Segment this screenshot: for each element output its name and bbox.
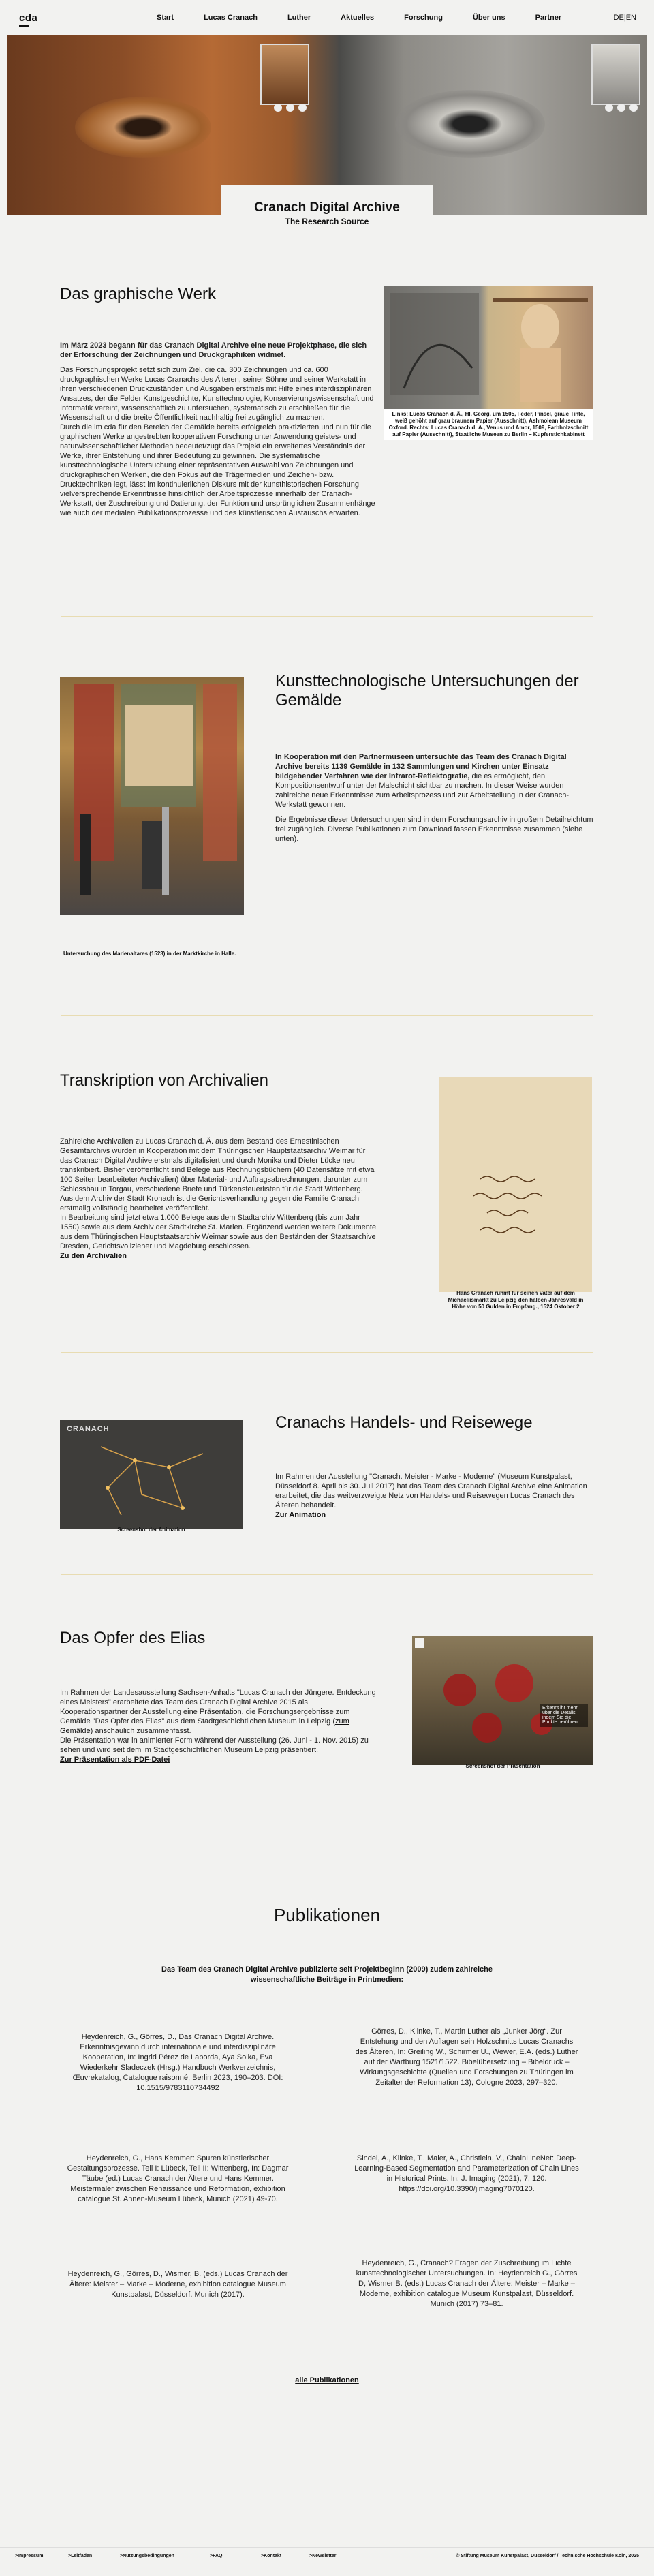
footer: >Impressum >Leitfaden >Nutzungsbedingung… (0, 2547, 654, 2561)
nav-item-ueber-uns[interactable]: Über uns (473, 14, 505, 22)
section-title-graphisches-werk: Das graphische Werk (60, 285, 216, 303)
paragraph: In Bearbeitung sind jetzt etwa 1.000 Bel… (60, 1214, 377, 1251)
zoom-icon[interactable] (617, 104, 625, 112)
graphic-works-artwork (390, 293, 588, 402)
info-icon[interactable] (629, 104, 638, 112)
footer-link-nutzungsbedingungen[interactable]: >Nutzungsbedingungen (120, 2554, 174, 2558)
footer-link-impressum[interactable]: >Impressum (15, 2554, 43, 2558)
handwritten-document (473, 1176, 542, 1233)
presentation-pdf-link[interactable]: Zur Präsentation als PDF-Datei (60, 1755, 170, 1764)
altar-artwork (74, 684, 237, 895)
archivalien-link[interactable]: Zu den Archivalien (60, 1252, 127, 1260)
publication-item: Heydenreich, G., Hans Kemmer: Spuren kün… (67, 2154, 289, 2203)
section-title-archivalien: Transkription von Archivalien (60, 1071, 268, 1090)
paragraph: Aus dem Archiv der Stadt Kronach ist die… (60, 1195, 360, 1212)
section-lead: Im März 2023 begann für das Cranach Digi… (60, 341, 367, 359)
section-title-kunsttechnologie: Kunsttechnologische Untersuchungen der G… (275, 672, 579, 709)
section-divider (61, 1574, 593, 1575)
home-icon[interactable] (605, 104, 613, 112)
hero-thumb-controls-2 (605, 104, 638, 112)
footer-link-newsletter[interactable]: >Newsletter (309, 2554, 337, 2558)
elias-presentation-image: Erkennt ihr mehr über die Details, indem… (412, 1636, 593, 1765)
paragraph: Durch die im cda für den Bereich der Gem… (60, 423, 375, 517)
image-caption: Links: Lucas Cranach d. Ä., Hl. Georg, u… (384, 409, 593, 440)
presentation-overlay: Erkennt ihr mehr über die Details, indem… (540, 1704, 588, 1727)
nav-item-luther[interactable]: Luther (287, 14, 311, 22)
section-divider (61, 1015, 593, 1016)
language-switch[interactable]: DE|EN (614, 14, 636, 22)
section-divider (61, 616, 593, 617)
section-body-opfer-des-elias: Im Rahmen der Landesausstellung Sachsen-… (60, 1688, 377, 1764)
publication-item: Heydenreich, G., Görres, D., Wismer, B. … (67, 2270, 288, 2299)
hero-thumbnail-infrared[interactable] (591, 44, 640, 105)
paragraph: Die Präsentation war in animierter Form … (60, 1736, 369, 1754)
publication-item: Görres, D., Klinke, T., Martin Luther al… (355, 2027, 578, 2087)
info-icon[interactable] (298, 104, 307, 112)
all-publications-link[interactable]: alle Publikationen (0, 2376, 654, 2385)
footer-link-leitfaden[interactable]: >Leitfaden (68, 2554, 92, 2558)
map-title: CRANACH (67, 1425, 110, 1433)
publication-item: Sindel, A., Klinke, T., Maier, A., Chris… (354, 2154, 579, 2193)
paragraph: Zahlreiche Archivalien zu Lucas Cranach … (60, 1137, 375, 1193)
hero-title-box: Cranach Digital Archive The Research Sou… (221, 185, 433, 229)
graphic-works-image (384, 286, 593, 414)
archive-document-image (439, 1077, 592, 1292)
section-title-handelswege: Cranachs Handels- und Reisewege (275, 1413, 533, 1432)
image-caption: Screenshot der Animation (117, 1527, 185, 1533)
image-caption: Hans Cranach rühmt für seinen Vater auf … (448, 1290, 584, 1310)
paragraph: Im Rahmen der Ausstellung "Cranach. Meis… (275, 1473, 587, 1509)
hero-painting-detail (75, 97, 211, 158)
publication-item: Heydenreich, G., Cranach? Fragen der Zus… (356, 2259, 578, 2308)
route-network (100, 1446, 204, 1516)
nav-item-start[interactable]: Start (157, 14, 174, 22)
hero-thumb-controls (274, 104, 307, 112)
paragraph-text: ) anschaulich zusammenfasst. (90, 1727, 191, 1735)
image-caption: Screenshot der Präsentation (465, 1763, 540, 1769)
hero-thumbnail-painting[interactable] (260, 44, 309, 105)
site-logo[interactable]: cda_ (19, 12, 44, 27)
zoom-icon[interactable] (286, 104, 294, 112)
nav-item-aktuelles[interactable]: Aktuelles (341, 14, 374, 22)
publication-item: Heydenreich, G., Görres, D., Das Cranach… (72, 2033, 283, 2092)
hero-infrared-detail (395, 90, 545, 158)
publications-intro: Das Team des Cranach Digital Archive pub… (161, 1965, 493, 1984)
footer-copyright: © Stiftung Museum Kunstpalast, Düsseldor… (456, 2554, 639, 2558)
section-divider (61, 1352, 593, 1353)
footer-link-faq[interactable]: >FAQ (210, 2554, 222, 2558)
animation-link[interactable]: Zur Animation (275, 1511, 326, 1519)
trade-routes-map-image: CRANACH (60, 1420, 243, 1529)
publications-title: Publikationen (273, 1905, 381, 1925)
footer-link-kontakt[interactable]: >Kontakt (261, 2554, 281, 2558)
paragraph: Die Ergebnisse dieser Untersuchungen sin… (275, 816, 593, 843)
nav-item-lucas-cranach[interactable]: Lucas Cranach (204, 14, 258, 22)
image-caption: Untersuchung des Marienaltares (1523) in… (63, 951, 236, 957)
top-bar: cda_ Start Lucas Cranach Luther Aktuelle… (0, 0, 654, 35)
home-icon[interactable] (274, 104, 282, 112)
altar-examination-image (60, 677, 244, 915)
site-subtitle: The Research Source (285, 217, 369, 226)
nav-item-forschung[interactable]: Forschung (404, 14, 443, 22)
paragraph: Das Forschungsprojekt setzt sich zum Zie… (60, 366, 374, 422)
paragraph: In Kooperation mit den Partnermuseen unt… (275, 752, 594, 810)
elias-painting (415, 1638, 552, 1743)
section-body-graphisches-werk: Im März 2023 begann für das Cranach Digi… (60, 341, 380, 523)
site-title: Cranach Digital Archive (254, 200, 400, 215)
paragraph-text: Im Rahmen der Landesausstellung Sachsen-… (60, 1689, 376, 1726)
nav-item-partner[interactable]: Partner (535, 14, 562, 22)
section-body-handelswege: Im Rahmen der Ausstellung "Cranach. Meis… (275, 1472, 591, 1520)
main-nav: Start Lucas Cranach Luther Aktuelles For… (157, 14, 591, 22)
paragraph: Im Rahmen der Landesausstellung Sachsen-… (60, 1688, 377, 1736)
section-body-kunsttechnologie: In Kooperation mit den Partnermuseen unt… (275, 752, 594, 849)
section-body-archivalien: Zahlreiche Archivalien zu Lucas Cranach … (60, 1137, 377, 1261)
section-title-opfer-des-elias: Das Opfer des Elias (60, 1629, 206, 1647)
